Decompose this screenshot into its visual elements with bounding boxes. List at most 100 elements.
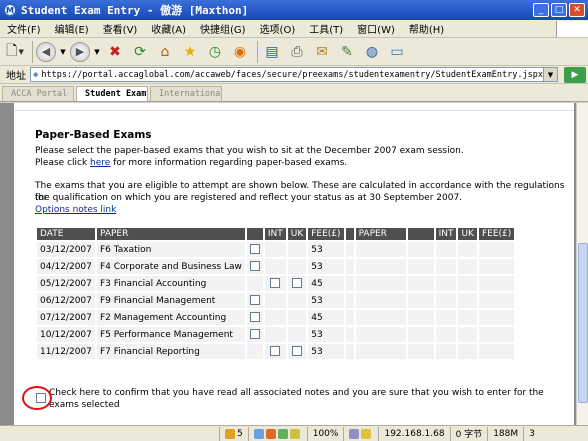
history-icon[interactable]: ◷: [204, 41, 226, 63]
favorites-star-icon[interactable]: ★: [179, 41, 201, 63]
exam-select-checkbox[interactable]: [249, 261, 260, 272]
select-cell: [246, 310, 263, 325]
select-2-cell: [407, 259, 434, 274]
toolbar-separator: [257, 40, 258, 63]
int-cell: [264, 293, 286, 308]
status-zoom[interactable]: 100%: [308, 426, 345, 441]
close-button[interactable]: ✕: [569, 3, 585, 17]
here-link[interactable]: here: [90, 158, 110, 168]
refresh-icon[interactable]: ⟳: [129, 41, 151, 63]
exam-select-checkbox[interactable]: [249, 312, 260, 323]
int-checkbox[interactable]: [270, 278, 281, 289]
status-bytes: 0 字节: [451, 426, 489, 441]
back-icon[interactable]: ◀: [36, 41, 56, 62]
int-2-cell: [435, 344, 457, 359]
menu-tools[interactable]: 工具(T): [302, 21, 350, 36]
url-input[interactable]: ◈ https://portal.accaglobal.com/accaweb/…: [30, 67, 544, 82]
go-button[interactable]: ▶: [564, 66, 586, 83]
page-viewport: Paper-Based Exams Please select the pape…: [0, 103, 588, 425]
menu-edit[interactable]: 编辑(E): [48, 21, 96, 36]
int-cell: [264, 276, 286, 291]
select-2-cell: [407, 276, 434, 291]
new-page-icon[interactable]: 🗋 ▼: [4, 41, 26, 63]
int-2-cell: [435, 293, 457, 308]
status-toggles[interactable]: [249, 426, 308, 441]
uk-checkbox[interactable]: [292, 278, 302, 289]
options-notes-link[interactable]: Options notes link: [35, 204, 116, 216]
spacer-cell: [345, 293, 354, 308]
table-header-row: DATE PAPER INT UK FEE(£) PAPER INT UK FE…: [37, 228, 515, 240]
tab-international[interactable]: Internationa...: [150, 86, 222, 101]
minimize-button[interactable]: _: [533, 3, 549, 17]
spacer-cell: [345, 310, 354, 325]
paper-2-cell: [355, 344, 406, 359]
header-paper: PAPER: [97, 228, 245, 240]
header-int: INT: [264, 228, 286, 240]
menu-window[interactable]: 窗口(W): [350, 21, 402, 36]
intro-text-2: Please click here for more information r…: [35, 157, 347, 169]
fee-cell: 53: [308, 259, 344, 274]
mail-icon[interactable]: ✉: [311, 41, 333, 63]
print-icon[interactable]: ⎙: [286, 41, 308, 63]
maximize-button[interactable]: □: [551, 3, 567, 17]
menu-options[interactable]: 选项(O): [253, 21, 303, 36]
back-dropdown-icon[interactable]: ▼: [59, 41, 67, 63]
header-fee: FEE(£): [308, 228, 344, 240]
int-checkbox[interactable]: [270, 346, 281, 357]
vertical-scrollbar[interactable]: [576, 103, 588, 425]
menu-favorites[interactable]: 收藏(A): [144, 21, 193, 36]
throbber-box: [556, 20, 588, 37]
home-icon[interactable]: ⌂: [154, 41, 176, 63]
tab-student-exam[interactable]: Student Exam...: [76, 86, 148, 101]
int-2-cell: [435, 327, 457, 342]
menu-file[interactable]: 文件(F): [0, 21, 48, 36]
exam-select-checkbox[interactable]: [249, 329, 260, 340]
date-cell: 03/12/2007: [37, 242, 95, 257]
tab-acca-portal[interactable]: ACCA Portal: [2, 86, 74, 101]
spacer-cell: [345, 242, 354, 257]
paper-cell: F2 Management Accounting: [97, 310, 245, 325]
sound-toggle-icon[interactable]: [289, 428, 300, 439]
fee-2-cell: [478, 327, 515, 342]
uk-checkbox[interactable]: [292, 346, 302, 357]
select-cell: [246, 344, 263, 359]
script-toggle-icon[interactable]: [277, 428, 288, 439]
stop-icon[interactable]: ✖: [104, 41, 126, 63]
paper-cell: F9 Financial Management: [97, 293, 245, 308]
forward-icon[interactable]: ▶: [70, 41, 90, 62]
forward-dropdown-icon[interactable]: ▼: [93, 41, 101, 63]
intro-text-2-post: for more information regarding paper-bas…: [110, 158, 348, 168]
url-dropdown-icon[interactable]: ▼: [544, 67, 558, 82]
int-2-cell: [435, 259, 457, 274]
paper-2-cell: [355, 327, 406, 342]
paper-2-cell: [355, 276, 406, 291]
date-cell: 07/12/2007: [37, 310, 95, 325]
exam-select-checkbox[interactable]: [249, 295, 260, 306]
web-services-icon[interactable]: ◍: [361, 41, 383, 63]
select-cell: [246, 276, 263, 291]
spacer-cell: [345, 344, 354, 359]
fee-2-cell: [478, 293, 515, 308]
sidebar-icon[interactable]: ▤: [261, 41, 283, 63]
rss-icon[interactable]: ◉: [229, 41, 251, 63]
maxthon-logo-icon: M: [3, 3, 17, 17]
status-network-icons: [344, 426, 380, 441]
scrollbar-thumb[interactable]: [578, 243, 588, 403]
table-row: 03/12/2007 F6 Taxation 53: [37, 242, 515, 257]
menu-groups[interactable]: 快捷组(G): [193, 21, 253, 36]
status-bar: 5 100% 192.168.1.68 0 字节 188M 3: [0, 425, 588, 441]
eligible-text-2: the qualification on which you are regis…: [35, 193, 463, 203]
date-cell: 11/12/2007: [37, 344, 95, 359]
menu-help[interactable]: 帮助(H): [402, 21, 451, 36]
screen-capture-icon[interactable]: ▭: [386, 41, 408, 63]
fee-cell: 45: [308, 310, 344, 325]
flash-toggle-icon[interactable]: [265, 428, 276, 439]
uk-2-cell: [458, 293, 477, 308]
image-toggle-icon[interactable]: [253, 428, 264, 439]
page-top-strip: [14, 103, 574, 111]
status-popup-count[interactable]: 5: [220, 426, 249, 441]
menu-view[interactable]: 查看(V): [96, 21, 145, 36]
tools-icon[interactable]: ✎: [336, 41, 358, 63]
exam-select-checkbox[interactable]: [249, 244, 260, 255]
uk-2-cell: [458, 327, 477, 342]
